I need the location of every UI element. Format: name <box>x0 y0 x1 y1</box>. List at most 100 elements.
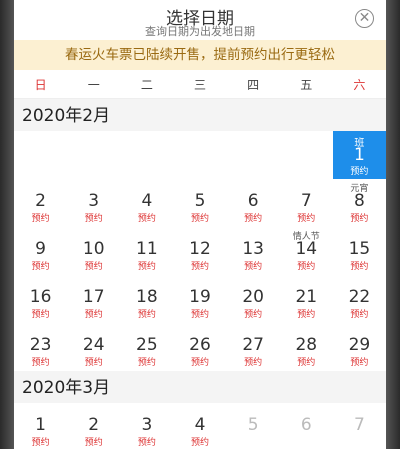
device-frame-left <box>0 0 14 449</box>
day-number: 22 <box>348 287 371 307</box>
day-number: 13 <box>242 239 264 259</box>
month-header: 2020年2月 <box>14 99 386 131</box>
reserve-label: 预约 <box>137 262 156 272</box>
page-subtitle: 查询日期为出发地日期 <box>145 25 255 38</box>
reserve-label: 预约 <box>297 262 316 272</box>
calendar-empty-cell <box>67 131 120 179</box>
reserve-label: 预约 <box>31 358 50 368</box>
calendar-day[interactable]: 3 预约 <box>67 179 120 227</box>
calendar-day[interactable]: 10 预约 <box>67 227 120 275</box>
calendar-day[interactable]: 2 预约 <box>14 179 67 227</box>
calendar-day[interactable]: 22 预约 <box>333 275 386 323</box>
day-number: 1 <box>35 415 46 435</box>
reserve-label: 预约 <box>84 262 103 272</box>
day-number: 12 <box>189 239 211 259</box>
reserve-label: 预约 <box>190 310 209 320</box>
calendar-body: 2020年2月班 1 预约 2 预约 3 预约 4 预约 5 预约 6 预约 7 预约 元宵 8 预约 9 预约 10 预… <box>14 99 386 449</box>
day-number: 6 <box>300 415 312 435</box>
calendar-day[interactable]: 15 预约 <box>333 227 386 275</box>
calendar-week-row: 23 预约 24 预约 25 预约 26 预约 27 预约 28 预约 29 预约 <box>14 323 386 371</box>
reserve-label: 预约 <box>190 438 209 448</box>
calendar-day[interactable]: 26 预约 <box>173 323 226 371</box>
day-number: 5 <box>247 415 259 435</box>
day-number: 4 <box>141 191 153 211</box>
calendar-day[interactable]: 1 预约 <box>14 403 67 449</box>
calendar-day[interactable]: 21 预约 <box>280 275 333 323</box>
reserve-label: 预约 <box>84 358 103 368</box>
calendar-empty-cell <box>14 131 67 179</box>
calendar-day[interactable]: 4 预约 <box>173 403 226 449</box>
calendar-day[interactable]: 6 预约 <box>227 179 280 227</box>
reserve-label: 预约 <box>350 214 369 224</box>
reserve-label: 预约 <box>244 262 263 272</box>
day-number: 23 <box>29 335 52 355</box>
calendar-day[interactable]: 11 预约 <box>120 227 173 275</box>
reserve-label: 预约 <box>190 262 209 272</box>
reserve-label: 预约 <box>350 262 369 272</box>
weekday-label: 三 <box>193 77 206 92</box>
day-number: 11 <box>136 239 158 259</box>
reserve-label: 预约 <box>350 358 369 368</box>
weekday-label: 二 <box>140 77 153 92</box>
reserve-label: 预约 <box>137 358 156 368</box>
day-number: 21 <box>295 287 318 307</box>
calendar-empty-cell <box>280 131 333 179</box>
day-number: 18 <box>136 287 158 307</box>
calendar-day[interactable]: 12 预约 <box>173 227 226 275</box>
weekday-label: 日 <box>34 77 47 92</box>
calendar-day[interactable]: 元宵 8 预约 <box>333 179 386 227</box>
calendar-day[interactable]: 27 预约 <box>227 323 280 371</box>
calendar-week-row: 16 预约 17 预约 18 预约 19 预约 20 预约 21 预约 22 预约 <box>14 275 386 323</box>
reserve-label: 预约 <box>244 358 263 368</box>
day-number: 2 <box>88 415 100 435</box>
calendar-day[interactable]: 4 预约 <box>120 179 173 227</box>
calendar-day[interactable]: 29 预约 <box>333 323 386 371</box>
calendar-day[interactable]: 24 预约 <box>67 323 120 371</box>
calendar-day[interactable]: 16 预约 <box>14 275 67 323</box>
reserve-label: 预约 <box>31 262 50 272</box>
calendar-day[interactable]: 5 预约 <box>173 179 226 227</box>
close-icon[interactable]: ✕ <box>355 9 374 28</box>
calendar-day[interactable]: 3 预约 <box>120 403 173 449</box>
calendar-day[interactable]: 23 预约 <box>14 323 67 371</box>
calendar-day[interactable]: 20 预约 <box>227 275 280 323</box>
reserve-label: 预约 <box>84 214 103 224</box>
day-number: 28 <box>295 335 318 355</box>
weekday-label: 一 <box>87 77 100 92</box>
calendar-day[interactable]: 情人节 14 预约 <box>280 227 333 275</box>
day-annotation: 班 <box>354 138 365 149</box>
day-number: 14 <box>295 239 318 259</box>
day-number: 6 <box>247 191 259 211</box>
reserve-label: 预约 <box>244 310 263 320</box>
day-number: 3 <box>88 191 100 211</box>
reserve-label: 预约 <box>350 310 369 320</box>
day-number: 19 <box>189 287 211 307</box>
calendar-day[interactable]: 25 预约 <box>120 323 173 371</box>
weekday-header: 日 一 二 三 四 五 六 <box>14 70 386 99</box>
reserve-label: 预约 <box>137 214 156 224</box>
calendar-day[interactable]: 17 预约 <box>67 275 120 323</box>
calendar-day[interactable]: 2 预约 <box>67 403 120 449</box>
day-number: 8 <box>354 191 365 211</box>
calendar-day[interactable]: 班 1 预约 <box>332 131 386 179</box>
calendar-day[interactable]: 28 预约 <box>280 323 333 371</box>
reserve-label: 预约 <box>84 310 103 320</box>
calendar-week-row: 2 预约 3 预约 4 预约 5 预约 6 预约 7 预约 元宵 8 预约 <box>14 179 386 227</box>
calendar-week-row: 班 1 预约 <box>14 131 386 179</box>
reserve-label: 预约 <box>350 167 369 177</box>
calendar-day[interactable]: 19 预约 <box>173 275 226 323</box>
reserve-label: 预约 <box>31 438 50 448</box>
sheet-header: 选择日期 查询日期为出发地日期 ✕ <box>14 0 386 38</box>
day-number: 20 <box>242 287 264 307</box>
day-number: 4 <box>194 415 206 435</box>
day-number: 3 <box>141 415 153 435</box>
reserve-label: 预约 <box>244 214 263 224</box>
day-number: 17 <box>82 287 105 307</box>
weekday-label: 六 <box>353 77 366 92</box>
calendar-day[interactable]: 7 预约 <box>280 179 333 227</box>
calendar-day[interactable]: 13 预约 <box>227 227 280 275</box>
calendar-day[interactable]: 18 预约 <box>120 275 173 323</box>
calendar-day[interactable]: 9 预约 <box>14 227 67 275</box>
reserve-label: 预约 <box>137 310 156 320</box>
reserve-label: 预约 <box>190 358 209 368</box>
